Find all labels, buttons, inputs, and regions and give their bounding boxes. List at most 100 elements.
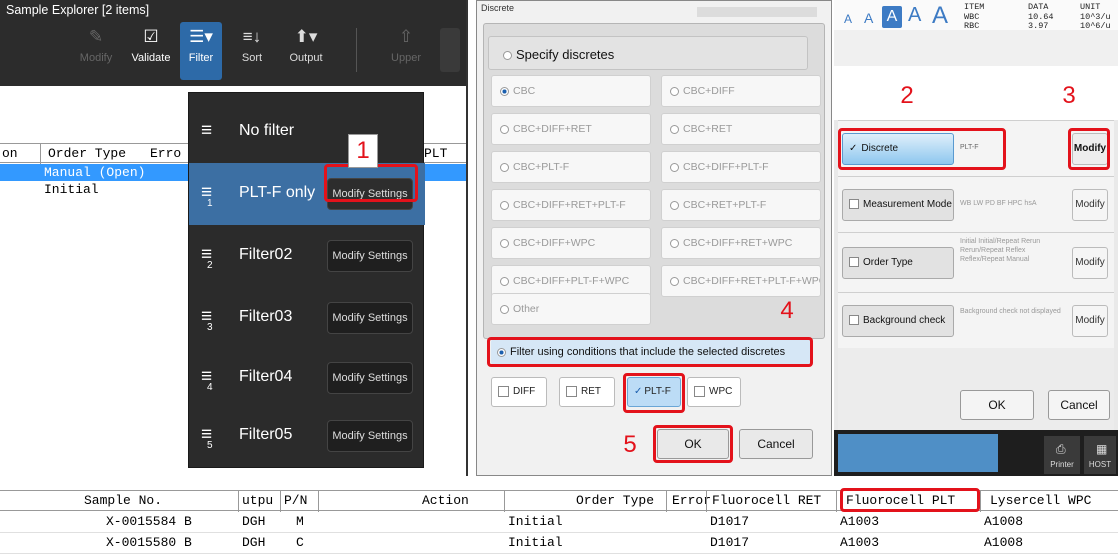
sort-icon: ≡↓	[242, 27, 262, 46]
specify-discretes-option[interactable]: Specify discretes	[488, 36, 808, 70]
printer-button[interactable]: ⎙ Printer	[1044, 436, 1080, 474]
radio-icon	[500, 304, 509, 314]
dialog-title: Discrete	[481, 3, 515, 13]
font-size-option[interactable]: A	[932, 2, 948, 30]
highlight-box	[838, 128, 1006, 170]
sample-table: Sample No. utpu P/N Action Order Type Er…	[0, 488, 1118, 556]
output-button[interactable]: ⬆▾ Output	[282, 22, 330, 80]
measurement-mode-toggle[interactable]: Measurement Mode	[842, 189, 954, 221]
filter-settings-panel: A A A A A ITEM DATA UNIT WBC 10.64 10^3/…	[834, 0, 1118, 476]
upper-button[interactable]: ⇧ Upper	[384, 22, 428, 80]
filter-list-icon: ≡ 5	[201, 424, 213, 451]
sample-explorer-panel: Sample Explorer [2 items] ✎ Modify ☑ Val…	[0, 0, 468, 476]
callout-4: 4	[780, 297, 794, 324]
radio-icon	[670, 162, 679, 172]
radio-icon	[500, 124, 509, 134]
font-size-option[interactable]: A	[908, 4, 921, 27]
discrete-option[interactable]: CBC+RET	[661, 113, 821, 145]
modify-button[interactable]: ✎ Modify	[74, 22, 118, 80]
cancel-button[interactable]: Cancel	[1048, 390, 1110, 420]
order-type-toggle[interactable]: Order Type	[842, 247, 954, 279]
arrow-up-icon: ⇧	[398, 27, 414, 46]
radio-icon	[500, 86, 509, 96]
callout-2: 2	[900, 82, 914, 109]
highlight-box	[653, 425, 733, 463]
cancel-button[interactable]: Cancel	[739, 429, 813, 459]
highlight-box	[487, 337, 813, 367]
host-icon: ▦	[1096, 442, 1108, 456]
filter-button[interactable]: ☰▾ Filter	[180, 22, 222, 80]
highlight-box	[623, 373, 685, 413]
checkbox-icon	[566, 385, 577, 397]
checkbox-icon	[694, 385, 705, 397]
highlight-box	[840, 488, 980, 512]
table-row[interactable]: X-0015584 B DGH M Initial D1017 A1003 A1…	[0, 512, 1118, 533]
validate-button[interactable]: ☑ Validate	[128, 22, 174, 80]
font-size-option-selected[interactable]: A	[882, 6, 902, 28]
highlight-box	[324, 164, 418, 202]
filter-list-icon: ≡ 3	[201, 306, 213, 333]
printer-icon: ⎙	[1056, 442, 1066, 456]
highlight-box	[1068, 128, 1110, 170]
filter-item-filter04[interactable]: ≡ 4 Filter04 Modify Settings	[189, 347, 425, 409]
discrete-option[interactable]: CBC	[491, 75, 651, 107]
discrete-option[interactable]: CBC+DIFF+PLT-F	[661, 151, 821, 183]
display-toolbar: A A A A A ITEM DATA UNIT WBC 10.64 10^3/…	[834, 0, 1118, 66]
callout-3: 3	[1062, 82, 1076, 109]
checkbox-icon	[849, 315, 859, 326]
filter-item-filter05[interactable]: ≡ 5 Filter05 Modify Settings	[189, 405, 425, 467]
filter-list-icon: ≡ 2	[201, 244, 213, 271]
discrete-option[interactable]: Other	[491, 293, 651, 325]
discrete-option[interactable]: CBC+DIFF+RET+PLT-F	[491, 189, 651, 221]
font-size-option[interactable]: A	[844, 12, 852, 26]
modify-icon: ✎	[88, 27, 104, 46]
discrete-option[interactable]: CBC+DIFF+WPC	[491, 227, 651, 259]
measurement-mode-row: Measurement Mode WB LW PD BF HPC hsA Mod…	[838, 176, 1114, 232]
bottom-bar: ⎙ Printer ▦ HOST	[834, 430, 1118, 476]
modify-settings-button[interactable]: Modify Settings	[327, 362, 413, 394]
modify-settings-button[interactable]: Modify Settings	[327, 302, 413, 334]
filter-item-filter03[interactable]: ≡ 3 Filter03 Modify Settings	[189, 287, 425, 349]
modify-settings-button[interactable]: Modify Settings	[327, 420, 413, 452]
sort-button[interactable]: ≡↓ Sort	[230, 22, 274, 80]
order-type-modify-button[interactable]: Modify	[1072, 247, 1108, 279]
filter-item-no-filter[interactable]: ≡ No filter	[189, 101, 425, 163]
modify-settings-button[interactable]: Modify Settings	[327, 240, 413, 272]
explorer-toolbar: Sample Explorer [2 items] ✎ Modify ☑ Val…	[0, 0, 466, 86]
discrete-option[interactable]: CBC+DIFF+RET+PLT-F+WPC	[661, 265, 821, 297]
background-check-modify-button[interactable]: Modify	[1072, 305, 1108, 337]
checkbox-icon	[498, 385, 509, 397]
background-check-toggle[interactable]: Background check	[842, 305, 954, 337]
discrete-dialog: Discrete Specify discretes CBC CBC+DIFF …	[476, 0, 832, 476]
checkbox-icon	[849, 199, 859, 210]
filter-item-filter02[interactable]: ≡ 2 Filter02 Modify Settings	[189, 225, 425, 287]
filter-menu: ≡ No filter ≡ 1 PLT-F only Modify Setting…	[188, 92, 425, 468]
radio-icon	[500, 238, 509, 248]
output-icon: ⬆▾	[294, 27, 318, 46]
radio-icon	[670, 238, 679, 248]
radio-icon	[670, 276, 679, 286]
background-check-row: Background check Background check not di…	[838, 292, 1114, 348]
radio-icon	[670, 200, 679, 210]
explorer-title: Sample Explorer [2 items]	[6, 3, 150, 17]
discrete-option[interactable]: CBC+PLT-F	[491, 151, 651, 183]
radio-icon	[503, 51, 512, 61]
wpc-checkbox[interactable]: WPC	[687, 377, 741, 407]
host-button[interactable]: ▦ HOST	[1084, 436, 1116, 474]
filter-list-icon: ≡	[201, 120, 213, 141]
overflow-button[interactable]	[440, 28, 460, 72]
diff-checkbox[interactable]: DIFF	[491, 377, 547, 407]
filter-list-icon: ≡ 4	[201, 366, 213, 393]
discrete-option[interactable]: CBC+RET+PLT-F	[661, 189, 821, 221]
radio-icon	[500, 276, 509, 286]
filter-icon: ☰▾	[189, 27, 213, 46]
font-size-option[interactable]: A	[864, 10, 873, 26]
table-row[interactable]: X-0015580 B DGH C Initial D1017 A1003 A1…	[0, 533, 1118, 554]
radio-icon	[500, 200, 509, 210]
measurement-mode-modify-button[interactable]: Modify	[1072, 189, 1108, 221]
discrete-option[interactable]: CBC+DIFF+RET+WPC	[661, 227, 821, 259]
ret-checkbox[interactable]: RET	[559, 377, 615, 407]
discrete-option[interactable]: CBC+DIFF+RET	[491, 113, 651, 145]
ok-button[interactable]: OK	[960, 390, 1034, 420]
discrete-option[interactable]: CBC+DIFF	[661, 75, 821, 107]
